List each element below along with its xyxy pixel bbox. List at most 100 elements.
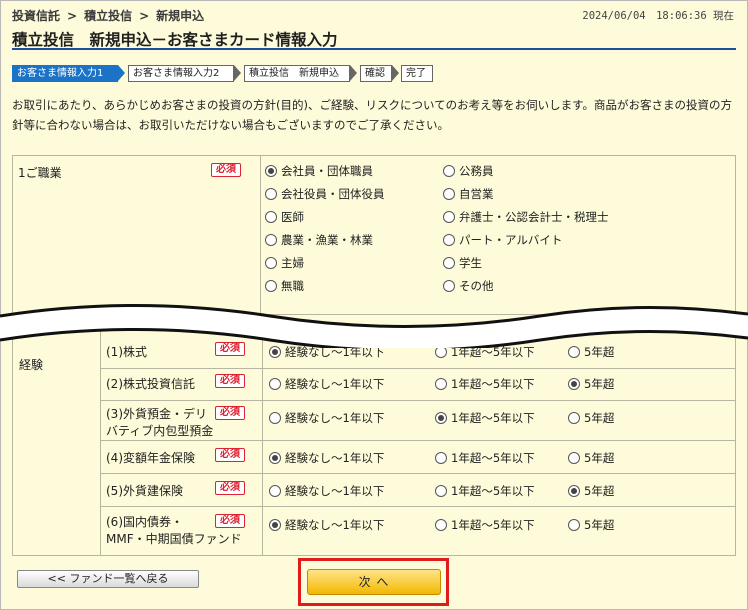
option-label: 会社役員・団体役員 xyxy=(281,187,385,201)
radio-icon[interactable] xyxy=(269,412,281,424)
experience-category-cell: 経験 xyxy=(13,330,101,555)
occupation-option-agriculture[interactable]: 農業・漁業・林業 xyxy=(265,232,373,248)
breadcrumb-item-new-application: 新規申込 xyxy=(156,9,205,23)
row-divider xyxy=(101,368,735,369)
option-label: 5年超 xyxy=(584,377,615,391)
occupation-option-doctor[interactable]: 医師 xyxy=(265,209,304,225)
required-badge: 必須 xyxy=(215,406,245,420)
radio-selected-icon[interactable] xyxy=(269,452,281,464)
stock-funds-option-none-1yr[interactable]: 経験なし～1年以下 xyxy=(269,376,384,392)
occupation-option-homemaker[interactable]: 主婦 xyxy=(265,255,304,271)
occupation-option-company-officer[interactable]: 会社役員・団体役員 xyxy=(265,186,385,202)
step-arrow-icon xyxy=(392,65,399,81)
row-divider xyxy=(101,440,735,441)
radio-icon[interactable] xyxy=(435,485,447,497)
option-label: 経験なし～1年以下 xyxy=(285,411,385,425)
option-label: 学生 xyxy=(459,256,482,270)
stock-funds-option-1-5yr[interactable]: 1年超～5年以下 xyxy=(435,376,535,392)
breadcrumb-item-funds[interactable]: 投資信託 xyxy=(12,9,60,23)
option-label: 弁護士・公認会計士・税理士 xyxy=(459,210,609,224)
step-arrow-icon xyxy=(350,65,357,81)
radio-icon[interactable] xyxy=(443,211,455,223)
required-badge: 必須 xyxy=(215,481,245,495)
option-label: 1年超～5年以下 xyxy=(451,377,535,391)
radio-icon[interactable] xyxy=(443,165,455,177)
variable-annuity-option-1-5yr[interactable]: 1年超～5年以下 xyxy=(435,450,535,466)
step-customer-info-1: お客さま情報入力1 xyxy=(12,65,118,82)
radio-icon[interactable] xyxy=(265,188,277,200)
step-new-application: 積立投信 新規申込 xyxy=(244,65,350,82)
occupation-option-self-employed[interactable]: 自営業 xyxy=(443,186,494,202)
radio-selected-icon[interactable] xyxy=(568,378,580,390)
option-label: 経験なし～1年以下 xyxy=(285,518,385,532)
radio-icon[interactable] xyxy=(443,188,455,200)
stock-funds-option-over-5yr[interactable]: 5年超 xyxy=(568,376,614,392)
occupation-option-civil-servant[interactable]: 公務員 xyxy=(443,163,494,179)
variable-annuity-option-none-1yr[interactable]: 経験なし～1年以下 xyxy=(269,450,384,466)
option-label: 5年超 xyxy=(584,484,615,498)
row-label-line: MMF・中期国債ファンド xyxy=(106,532,242,546)
radio-icon[interactable] xyxy=(435,378,447,390)
radio-selected-icon[interactable] xyxy=(435,412,447,424)
occupation-option-company-employee[interactable]: 会社員・団体職員 xyxy=(265,163,373,179)
radio-selected-icon[interactable] xyxy=(269,519,281,531)
fx-deposits-option-over-5yr[interactable]: 5年超 xyxy=(568,410,614,426)
row-label-line: バティブ内包型預金 xyxy=(106,424,214,438)
breadcrumb: 投資信託 > 積立投信 > 新規申込 xyxy=(12,7,204,24)
radio-icon[interactable] xyxy=(269,485,281,497)
step-complete: 完了 xyxy=(401,65,433,82)
occupation-option-other[interactable]: その他 xyxy=(443,278,494,294)
row-divider xyxy=(101,506,735,507)
row-label-line: (3)外貨預金・デリ xyxy=(106,407,207,421)
option-label: 経験なし～1年以下 xyxy=(285,377,385,391)
next-button[interactable]: 次 へ xyxy=(307,569,441,595)
radio-icon[interactable] xyxy=(265,234,277,246)
option-label: 会社員・団体職員 xyxy=(281,164,373,178)
radio-icon[interactable] xyxy=(568,452,580,464)
breadcrumb-separator: > xyxy=(67,9,78,23)
intro-text: お取引にあたり、あらかじめお客さまの投資の方針(目的)、ご経験、リスクについての… xyxy=(12,98,733,132)
back-to-fund-list-button[interactable]: << ファンド一覧へ戻る xyxy=(17,570,199,588)
required-badge: 必須 xyxy=(211,163,241,177)
experience-row-label-variable-annuity: (4)変額年金保険 xyxy=(106,451,195,465)
occupation-option-lawyer-accountant[interactable]: 弁護士・公認会計士・税理士 xyxy=(443,209,609,225)
radio-icon[interactable] xyxy=(265,257,277,269)
radio-icon[interactable] xyxy=(269,378,281,390)
option-label: 5年超 xyxy=(584,451,615,465)
content-omission-wave xyxy=(0,304,748,348)
fx-insurance-option-over-5yr[interactable]: 5年超 xyxy=(568,483,614,499)
radio-icon[interactable] xyxy=(568,519,580,531)
radio-icon[interactable] xyxy=(265,280,277,292)
radio-icon[interactable] xyxy=(443,280,455,292)
occupation-section: 1ご職業 必須 会社員・団体職員 公務員 会社役員・団体役員 自営業 医師 弁護… xyxy=(12,155,736,315)
domestic-bonds-option-none-1yr[interactable]: 経験なし～1年以下 xyxy=(269,517,384,533)
radio-icon[interactable] xyxy=(443,234,455,246)
fx-deposits-option-1-5yr[interactable]: 1年超～5年以下 xyxy=(435,410,535,426)
radio-icon[interactable] xyxy=(265,211,277,223)
occupation-option-unemployed[interactable]: 無職 xyxy=(265,278,304,294)
breadcrumb-item-accumulation[interactable]: 積立投信 xyxy=(84,9,132,23)
option-label: その他 xyxy=(459,279,494,293)
option-label: 1年超～5年以下 xyxy=(451,411,535,425)
radio-icon[interactable] xyxy=(435,452,447,464)
occupation-option-student[interactable]: 学生 xyxy=(443,255,482,271)
radio-selected-icon[interactable] xyxy=(568,485,580,497)
option-label: 無職 xyxy=(281,279,304,293)
occupation-option-part-time[interactable]: パート・アルバイト xyxy=(443,232,562,248)
domestic-bonds-option-1-5yr[interactable]: 1年超～5年以下 xyxy=(435,517,535,533)
domestic-bonds-option-over-5yr[interactable]: 5年超 xyxy=(568,517,614,533)
radio-icon[interactable] xyxy=(435,519,447,531)
step-customer-info-2: お客さま情報入力2 xyxy=(128,65,234,82)
experience-row-label-fx-deposits: (3)外貨預金・デリ バティブ内包型預金 xyxy=(106,406,213,440)
radio-selected-icon[interactable] xyxy=(265,165,277,177)
option-label: 経験なし～1年以下 xyxy=(285,484,385,498)
fx-insurance-option-none-1yr[interactable]: 経験なし～1年以下 xyxy=(269,483,384,499)
radio-icon[interactable] xyxy=(443,257,455,269)
radio-icon[interactable] xyxy=(568,412,580,424)
variable-annuity-option-over-5yr[interactable]: 5年超 xyxy=(568,450,614,466)
option-label: 5年超 xyxy=(584,411,615,425)
fx-insurance-option-1-5yr[interactable]: 1年超～5年以下 xyxy=(435,483,535,499)
required-badge: 必須 xyxy=(215,514,245,528)
fx-deposits-option-none-1yr[interactable]: 経験なし～1年以下 xyxy=(269,410,384,426)
step-arrow-icon xyxy=(118,65,125,81)
